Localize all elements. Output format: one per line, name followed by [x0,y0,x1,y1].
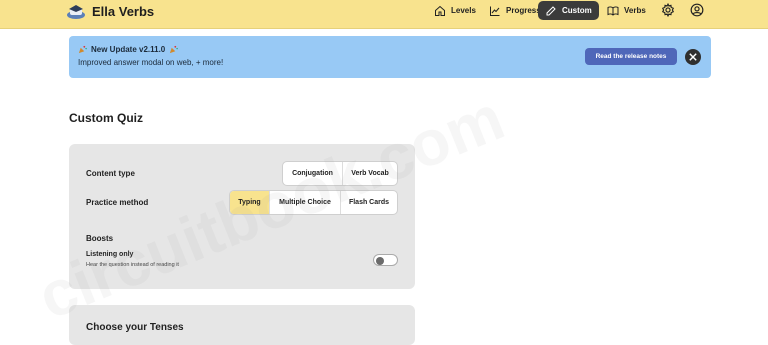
top-bar: Ella Verbs Levels Progress Custom Verbs [0,0,768,29]
banner-title: New Update v2.11.0 [91,45,166,54]
option-verb-vocab[interactable]: Verb Vocab [343,162,397,185]
app-title: Ella Verbs [92,4,155,19]
tenses-title: Choose your Tenses [86,322,184,333]
close-icon [689,53,697,61]
home-icon [435,5,445,16]
boosts-label: Boosts [86,234,114,243]
nav-levels[interactable]: Levels [427,1,483,20]
listening-only-label: Listening only [86,251,134,258]
nav-verbs-label: Verbs [624,6,646,15]
listening-only-toggle[interactable] [373,254,398,266]
option-flash-cards[interactable]: Flash Cards [341,191,397,214]
banner-text: Improved answer modal on web, + more! [78,58,224,67]
tenses-card: Choose your Tenses [69,305,415,345]
nav-levels-label: Levels [451,6,476,15]
update-banner: New Update v2.11.0 Improved answer modal… [69,36,711,78]
user-circle-icon [690,3,704,17]
nav-verbs[interactable]: Verbs [600,1,653,20]
book-icon [607,5,619,16]
brand[interactable]: Ella Verbs [66,3,154,20]
content-type-selector: Conjugation Verb Vocab [282,161,398,186]
close-banner-button[interactable] [685,49,701,65]
nav-custom-label: Custom [562,6,592,15]
page-title: Custom Quiz [69,111,143,125]
nav-progress-label: Progress [506,6,541,15]
content-type-label: Content type [86,169,135,178]
chart-line-icon [490,6,500,16]
release-notes-button[interactable]: Read the release notes [585,48,677,65]
quiz-settings-card: Content type Conjugation Verb Vocab Prac… [69,144,415,289]
option-typing[interactable]: Typing [230,191,270,214]
account-button[interactable] [690,3,704,17]
pencil-icon [546,5,556,15]
option-conjugation[interactable]: Conjugation [283,162,343,185]
party-popper-icon [78,45,87,54]
settings-button[interactable] [661,3,675,17]
option-multiple-choice[interactable]: Multiple Choice [270,191,341,214]
party-popper-icon [170,45,179,54]
banner-title-row: New Update v2.11.0 [78,45,179,54]
practice-method-label: Practice method [86,198,149,207]
ella-logo-icon [67,5,85,19]
toggle-knob [376,256,384,265]
gear-icon [661,3,675,17]
listening-only-description: Hear the question instead of reading it [86,262,179,268]
practice-method-selector: Typing Multiple Choice Flash Cards [229,190,398,215]
nav-custom[interactable]: Custom [538,1,599,20]
